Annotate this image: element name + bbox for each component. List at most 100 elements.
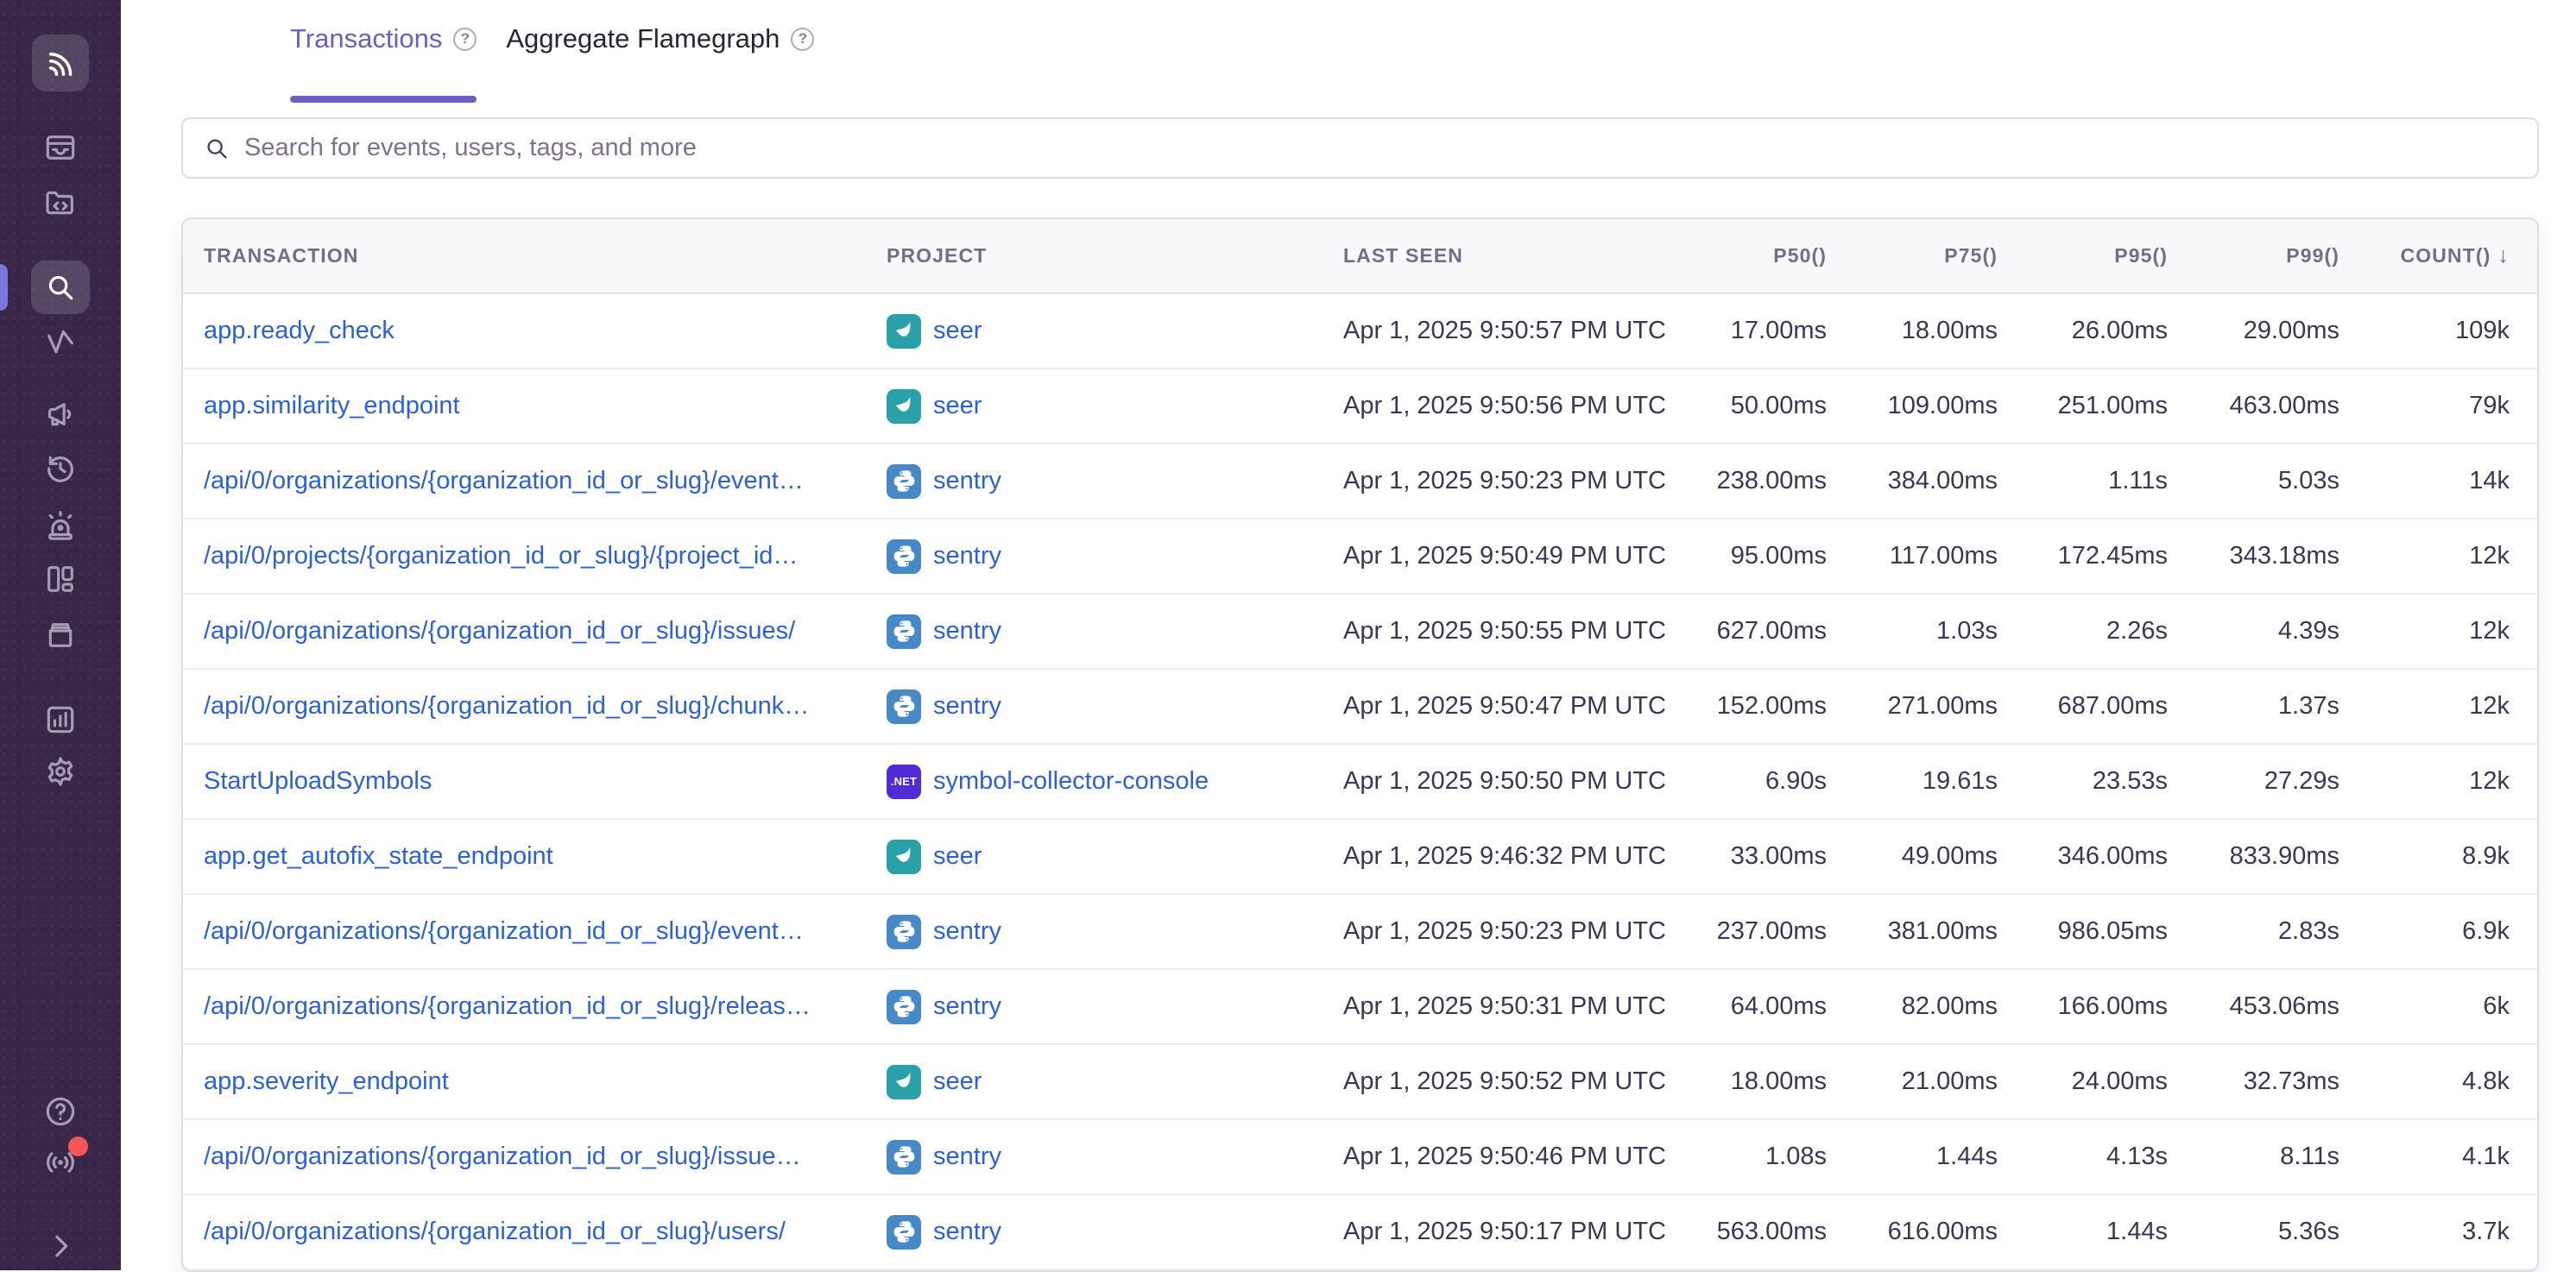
column-label: P50()	[1773, 244, 1827, 268]
tab-transactions[interactable]: Transactions ?	[290, 23, 477, 54]
transaction-cell: app.get_autofix_state_endpoint	[204, 842, 887, 871]
transaction-cell: app.ready_check	[204, 317, 887, 345]
column-header-p75[interactable]: P75()	[1827, 244, 1998, 268]
transaction-cell: /api/0/projects/{organization_id_or_slug…	[204, 542, 887, 570]
count-cell: 12k	[2339, 692, 2510, 721]
project-link[interactable]: seer	[933, 842, 982, 871]
p95-cell: 26.00ms	[1998, 317, 2168, 345]
tab-aggregate-flamegraph[interactable]: Aggregate Flamegraph ?	[506, 23, 814, 54]
column-header-transaction[interactable]: TRANSACTION	[204, 244, 887, 268]
transaction-link[interactable]: /api/0/organizations/{organization_id_or…	[204, 617, 887, 645]
column-header-project[interactable]: PROJECT	[887, 244, 1343, 268]
transaction-link[interactable]: StartUploadSymbols	[204, 767, 887, 796]
transaction-link[interactable]: app.ready_check	[204, 317, 887, 345]
help-icon[interactable]: ?	[453, 28, 477, 51]
help-icon[interactable]: ?	[791, 28, 814, 51]
column-header-lastseen[interactable]: LAST SEEN	[1343, 244, 1671, 268]
sidebar-item-alerts[interactable]	[43, 508, 78, 543]
p95-cell: 24.00ms	[1998, 1067, 2168, 1096]
p99-cell: 5.03s	[2168, 467, 2339, 495]
seer-project-icon	[887, 389, 921, 424]
p95-cell: 346.00ms	[1998, 842, 2168, 871]
sidebar-item-help[interactable]	[43, 1094, 78, 1129]
last-seen-cell: Apr 1, 2025 9:50:49 PM UTC	[1343, 542, 1671, 570]
p95-cell: 2.26s	[1998, 617, 2168, 645]
transaction-link[interactable]: /api/0/organizations/{organization_id_or…	[204, 917, 887, 946]
transaction-link[interactable]: app.get_autofix_state_endpoint	[204, 842, 887, 871]
project-link[interactable]: seer	[933, 392, 982, 420]
p50-cell: 238.00ms	[1671, 467, 1827, 495]
transaction-link[interactable]: /api/0/projects/{organization_id_or_slug…	[204, 542, 887, 570]
project-cell: sentry	[887, 1215, 1343, 1250]
project-link[interactable]: symbol-collector-console	[933, 767, 1209, 796]
transaction-link[interactable]: /api/0/organizations/{organization_id_or…	[204, 467, 887, 495]
transaction-link[interactable]: /api/0/organizations/{organization_id_or…	[204, 1143, 887, 1171]
project-link[interactable]: sentry	[933, 542, 1001, 570]
p75-cell: 384.00ms	[1827, 467, 1998, 495]
sidebar-item-issues[interactable]	[43, 130, 78, 165]
p99-cell: 32.73ms	[2168, 1067, 2339, 1096]
search-input[interactable]	[244, 134, 2516, 162]
p75-cell: 381.00ms	[1827, 917, 1998, 946]
python-project-icon	[887, 915, 921, 949]
p95-cell: 23.53s	[1998, 767, 2168, 796]
project-link[interactable]: seer	[933, 317, 982, 345]
p95-cell: 4.13s	[1998, 1143, 2168, 1171]
column-label: P95()	[2114, 244, 2168, 268]
python-project-icon	[887, 464, 921, 499]
sidebar-item-releases[interactable]	[43, 617, 78, 652]
count-cell: 8.9k	[2339, 842, 2510, 871]
p95-cell: 251.00ms	[1998, 392, 2168, 420]
sidebar-item-search[interactable]	[31, 261, 90, 314]
p99-cell: 29.00ms	[2168, 317, 2339, 345]
project-link[interactable]: sentry	[933, 617, 1001, 645]
python-project-icon	[887, 990, 921, 1024]
project-link[interactable]: sentry	[933, 1143, 1001, 1171]
column-label: P75()	[1944, 244, 1998, 268]
sidebar-item-settings[interactable]	[43, 754, 78, 789]
table-row: /api/0/organizations/{organization_id_or…	[183, 970, 2537, 1045]
project-link[interactable]: sentry	[933, 1218, 1001, 1246]
table-row: /api/0/organizations/{organization_id_or…	[183, 1120, 2537, 1195]
project-cell: sentry	[887, 539, 1343, 574]
column-header-count[interactable]: COUNT()↓	[2339, 243, 2510, 268]
sidebar-item-stats[interactable]	[43, 702, 78, 737]
project-link[interactable]: sentry	[933, 692, 1001, 721]
project-link[interactable]: seer	[933, 1067, 982, 1096]
transaction-link[interactable]: /api/0/organizations/{organization_id_or…	[204, 692, 887, 721]
transaction-link[interactable]: app.similarity_endpoint	[204, 392, 887, 420]
transaction-cell: /api/0/organizations/{organization_id_or…	[204, 692, 887, 721]
transaction-link[interactable]: app.severity_endpoint	[204, 1067, 887, 1096]
sidebar-item-traces[interactable]	[43, 324, 78, 359]
p50-cell: 152.00ms	[1671, 692, 1827, 721]
p50-cell: 95.00ms	[1671, 542, 1827, 570]
project-cell: sentry	[887, 915, 1343, 949]
p75-cell: 616.00ms	[1827, 1218, 1998, 1246]
sidebar-item-feedback[interactable]	[43, 397, 78, 431]
column-header-p50[interactable]: P50()	[1671, 244, 1827, 268]
count-cell: 109k	[2339, 317, 2510, 345]
search-bar[interactable]	[181, 117, 2539, 179]
p95-cell: 986.05ms	[1998, 917, 2168, 946]
last-seen-cell: Apr 1, 2025 9:50:23 PM UTC	[1343, 467, 1671, 495]
project-link[interactable]: sentry	[933, 917, 1001, 946]
column-header-p99[interactable]: P99()	[2168, 244, 2339, 268]
project-link[interactable]: sentry	[933, 992, 1001, 1021]
sidebar-item-replays[interactable]	[43, 451, 78, 486]
sidebar-item-explore[interactable]	[43, 186, 78, 220]
sentry-logo-button[interactable]	[32, 35, 89, 91]
last-seen-cell: Apr 1, 2025 9:46:32 PM UTC	[1343, 842, 1671, 871]
sidebar-item-dashboards[interactable]	[43, 562, 78, 596]
transaction-link[interactable]: /api/0/organizations/{organization_id_or…	[204, 992, 887, 1021]
project-link[interactable]: sentry	[933, 467, 1001, 495]
transaction-link[interactable]: /api/0/organizations/{organization_id_or…	[204, 1218, 887, 1246]
table-row: app.similarity_endpointseerApr 1, 2025 9…	[183, 369, 2537, 444]
p75-cell: 117.00ms	[1827, 542, 1998, 570]
project-cell: sentry	[887, 690, 1343, 724]
column-header-p95[interactable]: P95()	[1998, 244, 2168, 268]
p99-cell: 453.06ms	[2168, 992, 2339, 1021]
p50-cell: 17.00ms	[1671, 317, 1827, 345]
project-cell: sentry	[887, 1140, 1343, 1174]
p75-cell: 109.00ms	[1827, 392, 1998, 420]
sidebar-item-chevron-right[interactable]	[43, 1229, 78, 1263]
